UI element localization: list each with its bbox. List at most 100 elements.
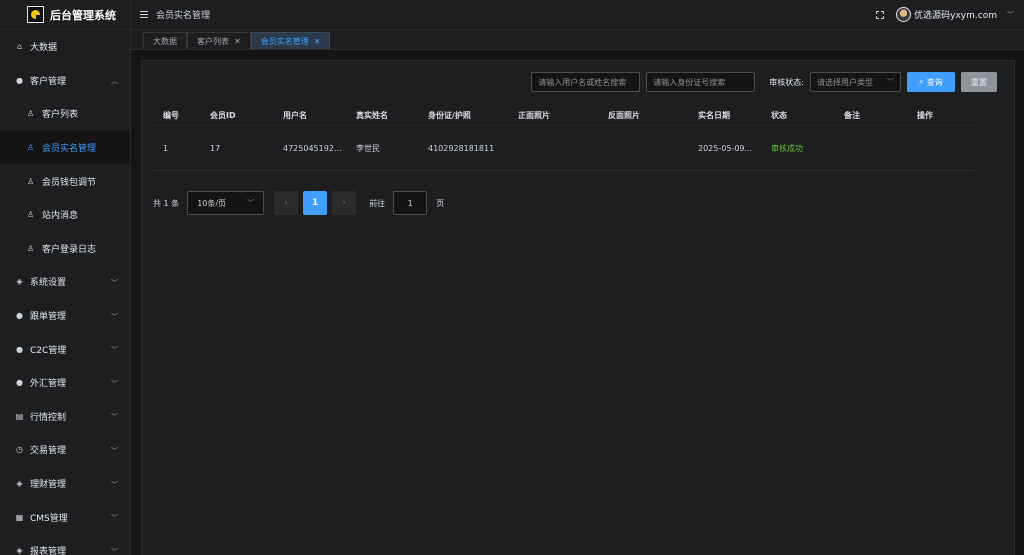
table-row[interactable]: 1 17 4725045192... 李世民 4102928181811 202… xyxy=(153,126,975,171)
sidebar-item-member-realname[interactable]: ♙ 会员实名管理 xyxy=(0,130,130,165)
pagination-total: 共 1 条 xyxy=(153,198,180,208)
name-search-input[interactable]: 请输入用户名或姓名搜索 xyxy=(531,72,641,92)
shield-icon: ◈ xyxy=(16,546,23,555)
chevron-down-icon: ﹀ xyxy=(111,346,118,355)
menu-toggle-icon[interactable] xyxy=(140,11,148,18)
col-header: 状态 xyxy=(771,110,787,120)
sidebar-item-reports[interactable]: ◈ 报表管理 ﹀ xyxy=(0,534,130,555)
chevron-down-icon[interactable]: ﹀ xyxy=(1007,10,1014,20)
avatar[interactable] xyxy=(896,7,912,22)
app-title: 后台管理系统 xyxy=(50,8,116,22)
logo[interactable]: 后台管理系统 xyxy=(0,0,130,30)
chevron-down-icon: ﹀ xyxy=(111,278,118,287)
page-size-select[interactable]: 10条/页 ﹀ xyxy=(187,191,265,215)
close-icon[interactable]: ✕ xyxy=(234,37,241,46)
table-header: 编号 会员ID 用户名 真实姓名 身份证/护照 正面照片 反面照片 实名日期 状… xyxy=(153,105,975,126)
cell-real-name: 李世民 xyxy=(356,143,380,153)
chevron-down-icon: ﹀ xyxy=(111,312,118,321)
chevron-down-icon: ﹀ xyxy=(111,514,118,523)
status-badge: 审核成功 xyxy=(771,143,803,153)
tab-bigdata[interactable]: 大数据 xyxy=(143,32,187,49)
calendar-icon: ▦ xyxy=(15,512,24,522)
thumb-icon: ♙ xyxy=(27,176,35,186)
clock-icon: ◷ xyxy=(16,445,23,455)
chevron-down-icon: ﹀ xyxy=(111,379,118,388)
close-icon[interactable]: ✕ xyxy=(314,37,321,46)
cell-member-id: 17 xyxy=(210,143,221,153)
app-root: 后台管理系统 ⌂ 大数据 ● 客户管理 ︿ ♙ 客户列表 ♙ 会员实名管理 ♙ … xyxy=(0,0,1024,555)
main-content: 请输入用户名或姓名搜索 请输入身份证号搜索 审核状态: 请选择用户类型 ﹀ ⌕ … xyxy=(131,50,1024,555)
tags-view: 大数据 客户列表 ✕ 会员实名管理 ✕ xyxy=(131,30,1024,50)
sidebar-item-site-messages[interactable]: ♙ 站内消息 xyxy=(0,197,130,232)
cell-username: 4725045192... xyxy=(283,143,342,153)
tab-customer-list[interactable]: 客户列表 ✕ xyxy=(187,32,251,49)
shield-icon: ◈ xyxy=(16,479,23,489)
sidebar: 后台管理系统 ⌂ 大数据 ● 客户管理 ︿ ♙ 客户列表 ♙ 会员实名管理 ♙ … xyxy=(0,0,131,555)
person-circle-icon: ● xyxy=(16,378,23,388)
chevron-down-icon: ﹀ xyxy=(247,199,255,207)
page-unit-label: 页 xyxy=(436,198,445,208)
next-page-button[interactable]: › xyxy=(332,191,357,215)
status-select[interactable]: 请选择用户类型 ﹀ xyxy=(810,72,901,92)
thumb-icon: ♙ xyxy=(27,243,35,253)
thumb-icon: ♙ xyxy=(27,210,35,220)
col-header: 实名日期 xyxy=(698,110,730,120)
sidebar-item-bigdata[interactable]: ⌂ 大数据 xyxy=(0,30,130,64)
sidebar-item-finance[interactable]: ◈ 理财管理 ﹀ xyxy=(0,467,130,501)
goto-label: 前往 xyxy=(369,198,386,208)
cell-index: 1 xyxy=(163,143,169,153)
col-header: 真实姓名 xyxy=(356,110,388,120)
sidebar-item-copy-trading[interactable]: ● 跟单管理 ﹀ xyxy=(0,299,130,333)
prev-page-button[interactable]: ‹ xyxy=(274,191,299,215)
sidebar-item-cms[interactable]: ▦ CMS管理 ﹀ xyxy=(0,500,130,534)
page-number-1[interactable]: 1 xyxy=(303,191,328,215)
search-button[interactable]: ⌕ 查询 xyxy=(907,72,955,92)
person-circle-icon: ● xyxy=(16,75,23,85)
tab-member-realname[interactable]: 会员实名管理 ✕ xyxy=(250,32,331,49)
chevron-down-icon: ﹀ xyxy=(111,446,118,455)
shield-icon: ◈ xyxy=(16,277,23,287)
content-card: 请输入用户名或姓名搜索 请输入身份证号搜索 审核状态: 请选择用户类型 ﹀ ⌕ … xyxy=(141,60,1015,555)
filter-toolbar: 请输入用户名或姓名搜索 请输入身份证号搜索 审核状态: 请选择用户类型 ﹀ ⌕ … xyxy=(531,72,997,92)
sidebar-item-customer[interactable]: ● 客户管理 ︿ xyxy=(0,64,130,98)
sidebar-item-market-control[interactable]: ▤ 行情控制 ﹀ xyxy=(0,400,130,434)
col-header: 备注 xyxy=(844,110,860,120)
user-name[interactable]: 优选源码yxym.com xyxy=(914,8,997,21)
sidebar-item-wallet-adjust[interactable]: ♙ 会员钱包调节 xyxy=(0,164,130,198)
person-circle-icon: ● xyxy=(16,344,23,354)
sidebar-item-trade[interactable]: ◷ 交易管理 ﹀ xyxy=(0,433,130,467)
idcard-search-input[interactable]: 请输入身份证号搜索 xyxy=(646,72,756,92)
sidebar-item-forex[interactable]: ● 外汇管理 ﹀ xyxy=(0,366,130,400)
chevron-down-icon: ﹀ xyxy=(887,78,894,86)
chevron-down-icon: ﹀ xyxy=(111,480,118,489)
chevron-down-icon: ﹀ xyxy=(111,413,118,422)
col-header: 操作 xyxy=(917,110,933,120)
home-icon: ⌂ xyxy=(16,42,23,52)
reset-button[interactable]: 重置 xyxy=(961,72,997,92)
search-icon: ⌕ xyxy=(919,77,924,86)
col-header: 编号 xyxy=(163,110,179,120)
sidebar-item-login-log[interactable]: ♙ 客户登录日志 xyxy=(0,231,130,266)
col-header: 反面照片 xyxy=(608,110,640,120)
cell-id-number: 4102928181811 xyxy=(428,143,495,153)
logo-icon xyxy=(27,6,44,23)
goto-page-input[interactable]: 1 xyxy=(393,191,428,215)
pagination: 共 1 条 10条/页 ﹀ ‹ 1 › 前往 1 页 xyxy=(153,191,444,215)
fullscreen-icon[interactable] xyxy=(876,10,885,19)
person-circle-icon: ● xyxy=(16,311,23,321)
sidebar-item-c2c[interactable]: ● C2C管理 ﹀ xyxy=(0,332,130,366)
status-filter-label: 审核状态: xyxy=(769,77,804,87)
top-header: 会员实名管理 优选源码yxym.com ﹀ xyxy=(131,0,1024,30)
sidebar-item-system-settings[interactable]: ◈ 系统设置 ﹀ xyxy=(0,265,130,299)
col-header: 身份证/护照 xyxy=(428,110,471,120)
chevron-down-icon: ﹀ xyxy=(111,547,118,555)
thumb-icon: ♙ xyxy=(27,143,35,153)
header-right: 优选源码yxym.com ﹀ xyxy=(876,7,1014,22)
chevron-up-icon: ︿ xyxy=(111,77,118,86)
sidebar-item-customer-list[interactable]: ♙ 客户列表 xyxy=(0,97,130,131)
col-header: 正面照片 xyxy=(518,110,550,120)
col-header: 会员ID xyxy=(210,110,236,120)
col-header: 用户名 xyxy=(283,110,307,120)
realname-table: 编号 会员ID 用户名 真实姓名 身份证/护照 正面照片 反面照片 实名日期 状… xyxy=(153,105,975,171)
chart-icon: ▤ xyxy=(15,411,24,421)
